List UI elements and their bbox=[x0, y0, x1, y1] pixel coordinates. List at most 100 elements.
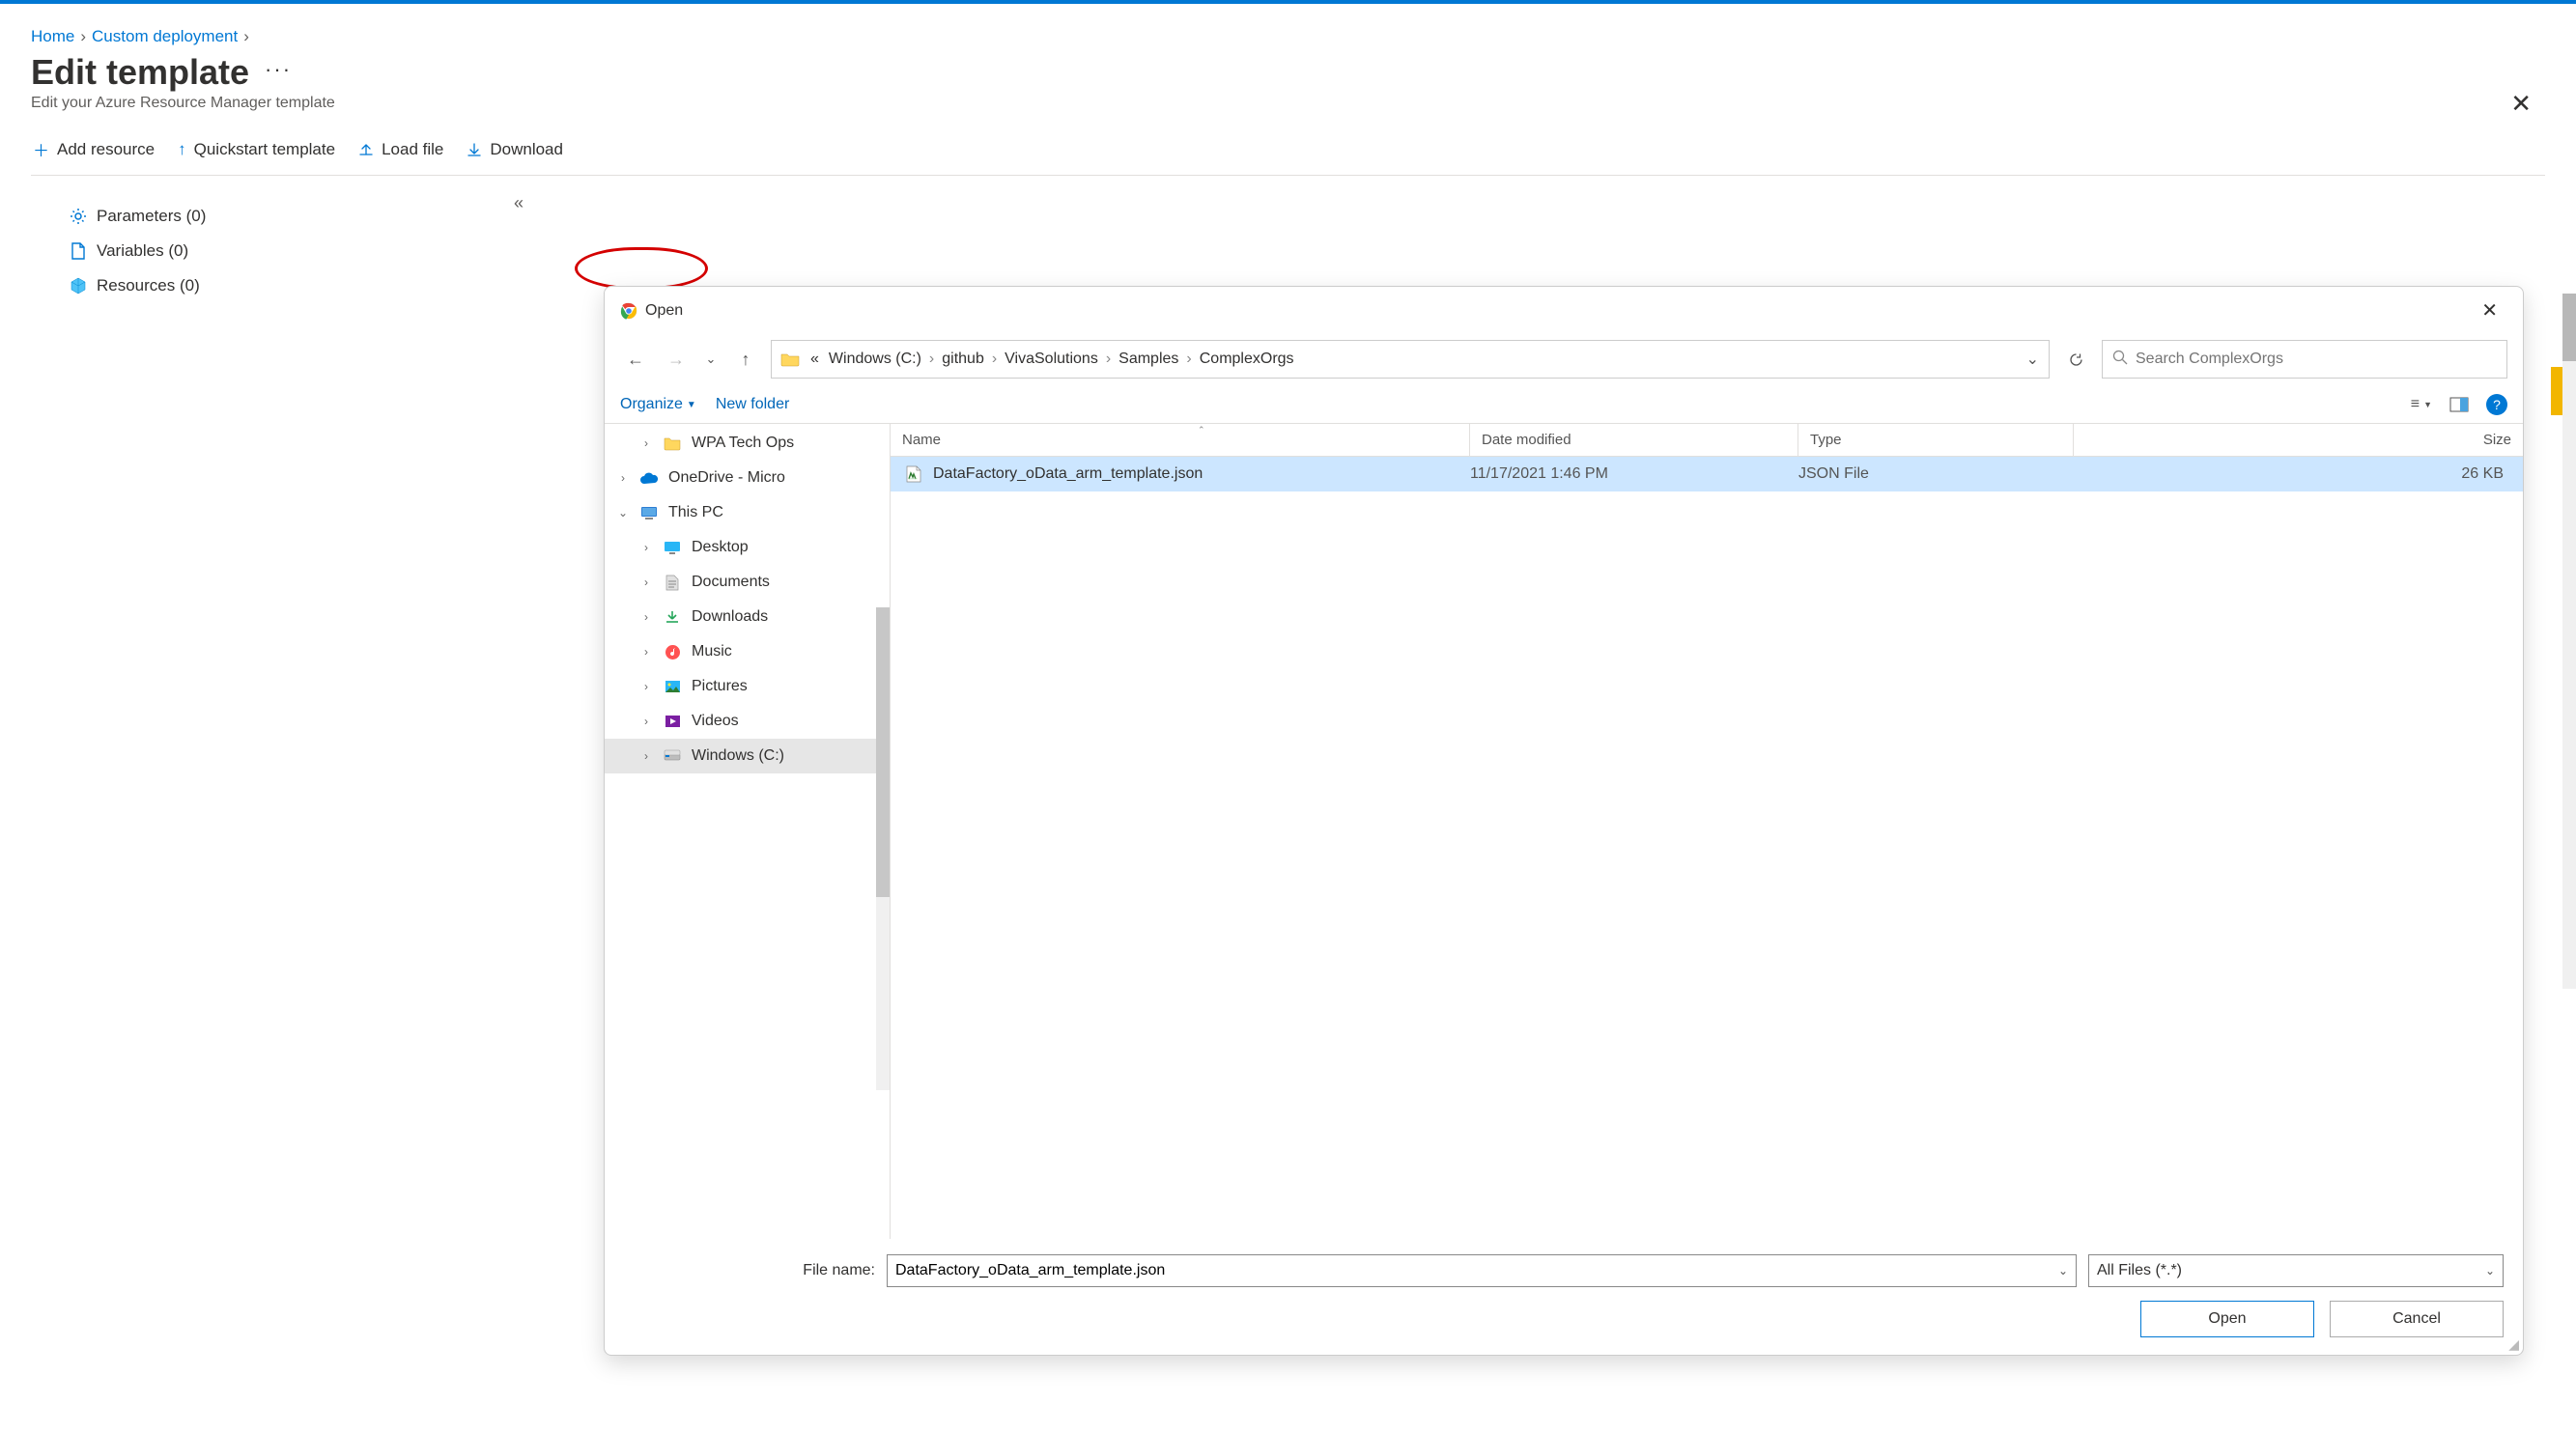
expand-icon[interactable]: ⌄ bbox=[616, 506, 630, 519]
view-options-button[interactable]: ≡ ▼ bbox=[2411, 396, 2432, 413]
filename-input[interactable]: ⌄ bbox=[887, 1254, 2077, 1287]
dialog-toolbar: Organize▼ New folder ≡ ▼ ? bbox=[605, 388, 2523, 423]
expand-icon[interactable]: › bbox=[639, 610, 653, 624]
file-type: JSON File bbox=[1798, 465, 2074, 483]
close-blade-button[interactable]: ✕ bbox=[2510, 89, 2532, 119]
nav-tree-item[interactable]: › Documents bbox=[605, 565, 890, 600]
location-expand-icon[interactable]: ⌄ bbox=[2026, 350, 2039, 369]
help-button[interactable]: ? bbox=[2486, 394, 2507, 415]
location-bar[interactable]: « Windows (C:)› github› VivaSolutions› S… bbox=[771, 340, 2050, 379]
breadcrumb: Home › Custom deployment › bbox=[31, 27, 2545, 46]
file-row[interactable]: DataFactory_oData_arm_template.json11/17… bbox=[891, 457, 2523, 491]
expand-icon[interactable]: › bbox=[616, 471, 630, 485]
breadcrumb-home[interactable]: Home bbox=[31, 27, 74, 46]
nav-tree-item[interactable]: ›WPA Tech Ops bbox=[605, 426, 890, 461]
dialog-search-field[interactable] bbox=[2136, 351, 2497, 368]
file-list-pane: Name ⌃ Date modified Type Size DataFacto… bbox=[891, 424, 2523, 1239]
column-header-size[interactable]: Size bbox=[2074, 424, 2523, 456]
dialog-close-button[interactable]: ✕ bbox=[2472, 295, 2507, 326]
nav-tree-item[interactable]: ›Windows (C:) bbox=[605, 739, 890, 773]
open-button[interactable]: Open bbox=[2140, 1301, 2314, 1337]
video-icon bbox=[663, 712, 682, 731]
quickstart-template-button[interactable]: ↑ Quickstart template bbox=[176, 136, 337, 163]
location-crumb[interactable]: ComplexOrgs bbox=[1196, 349, 1298, 370]
nav-tree-item[interactable]: ›Music bbox=[605, 634, 890, 669]
file-list-header: Name ⌃ Date modified Type Size bbox=[891, 424, 2523, 457]
location-crumb[interactable]: Samples bbox=[1115, 349, 1182, 370]
location-crumb[interactable]: github bbox=[938, 349, 988, 370]
expand-icon[interactable]: › bbox=[639, 680, 653, 693]
nav-tree-label: Documents bbox=[692, 574, 770, 591]
nav-tree-label: Videos bbox=[692, 713, 739, 730]
editor-toolbar: ＋ Add resource ↑ Quickstart template Loa… bbox=[31, 133, 2545, 176]
breadcrumb-sep-icon: › bbox=[243, 27, 249, 46]
folder-icon bbox=[663, 434, 682, 453]
nav-tree-scrollbar-thumb[interactable] bbox=[876, 607, 890, 897]
location-crumb[interactable]: Windows (C:) bbox=[825, 349, 925, 370]
tree-resources-label: Resources (0) bbox=[97, 276, 200, 295]
plus-icon: ＋ bbox=[33, 137, 49, 161]
download-button[interactable]: Download bbox=[465, 136, 565, 163]
tree-resources[interactable]: Resources (0) bbox=[70, 268, 552, 303]
file-date: 11/17/2021 1:46 PM bbox=[1470, 465, 1798, 483]
more-actions-button[interactable]: ··· bbox=[265, 57, 292, 88]
nav-tree-item[interactable]: ›Pictures bbox=[605, 669, 890, 704]
preview-pane-button[interactable] bbox=[2449, 397, 2469, 412]
new-folder-button[interactable]: New folder bbox=[716, 396, 789, 413]
column-header-type[interactable]: Type bbox=[1798, 424, 2074, 456]
nav-tree-item[interactable]: ›Downloads bbox=[605, 600, 890, 634]
column-header-date[interactable]: Date modified bbox=[1470, 424, 1798, 456]
nav-up-button[interactable]: ↑ bbox=[730, 344, 761, 375]
tree-variables[interactable]: Variables (0) bbox=[70, 234, 552, 268]
page-title: Edit template bbox=[31, 52, 249, 93]
nav-recent-button[interactable]: ⌄ bbox=[701, 351, 721, 367]
location-overflow-icon[interactable]: « bbox=[807, 351, 823, 368]
breadcrumb-custom-deployment[interactable]: Custom deployment bbox=[92, 27, 238, 46]
drive-icon bbox=[663, 746, 682, 766]
cube-icon bbox=[70, 277, 87, 295]
nav-tree-item[interactable]: › Videos bbox=[605, 704, 890, 739]
folder-icon bbox=[779, 349, 801, 370]
tree-variables-label: Variables (0) bbox=[97, 241, 188, 261]
nav-back-button[interactable]: ← bbox=[620, 344, 651, 375]
refresh-button[interactable] bbox=[2059, 340, 2092, 379]
dialog-search-input[interactable] bbox=[2102, 340, 2507, 379]
expand-icon[interactable]: › bbox=[639, 541, 653, 554]
dialog-title: Open bbox=[645, 302, 683, 320]
file-open-dialog: Open ✕ ← → ⌄ ↑ « Windows (C:)› github› V… bbox=[604, 286, 2524, 1356]
upload-arrow-icon bbox=[358, 142, 374, 157]
upload-arrow-icon: ↑ bbox=[178, 140, 186, 159]
desktop-icon bbox=[663, 538, 682, 557]
filetype-select[interactable]: All Files (*.*) ⌄ bbox=[2088, 1254, 2504, 1287]
nav-tree-item[interactable]: ›Desktop bbox=[605, 530, 890, 565]
editor-scrollbar-thumb[interactable] bbox=[2562, 294, 2576, 361]
nav-forward-button[interactable]: → bbox=[661, 344, 692, 375]
expand-icon[interactable]: › bbox=[639, 576, 653, 589]
collapse-tree-button[interactable]: « bbox=[514, 193, 524, 213]
download-icon bbox=[663, 607, 682, 627]
filetype-dropdown-icon: ⌄ bbox=[2485, 1264, 2495, 1278]
filename-field[interactable] bbox=[895, 1262, 2058, 1279]
filename-label: File name: bbox=[624, 1262, 875, 1279]
load-file-button[interactable]: Load file bbox=[356, 136, 445, 163]
nav-tree-item[interactable]: ⌄This PC bbox=[605, 495, 890, 530]
expand-icon[interactable]: › bbox=[639, 749, 653, 763]
expand-icon[interactable]: › bbox=[639, 645, 653, 659]
column-header-name[interactable]: Name ⌃ bbox=[891, 424, 1470, 456]
tree-parameters[interactable]: Parameters (0) bbox=[70, 199, 552, 234]
cancel-button[interactable]: Cancel bbox=[2330, 1301, 2504, 1337]
expand-icon[interactable]: › bbox=[639, 715, 653, 728]
filename-dropdown-icon[interactable]: ⌄ bbox=[2058, 1264, 2068, 1278]
breadcrumb-sep-icon: › bbox=[80, 27, 86, 46]
add-resource-button[interactable]: ＋ Add resource bbox=[31, 133, 156, 165]
location-crumb[interactable]: VivaSolutions bbox=[1001, 349, 1102, 370]
dialog-body: ›WPA Tech Ops›OneDrive - Micro⌄This PC›D… bbox=[605, 423, 2523, 1239]
filetype-value: All Files (*.*) bbox=[2097, 1262, 2182, 1279]
download-icon bbox=[467, 142, 482, 157]
expand-icon[interactable]: › bbox=[639, 436, 653, 450]
nav-tree-item[interactable]: ›OneDrive - Micro bbox=[605, 461, 890, 495]
tree-parameters-label: Parameters (0) bbox=[97, 207, 206, 226]
organize-button[interactable]: Organize▼ bbox=[620, 396, 696, 413]
thispc-icon bbox=[639, 503, 659, 522]
editor-scrollbar[interactable] bbox=[2562, 294, 2576, 989]
